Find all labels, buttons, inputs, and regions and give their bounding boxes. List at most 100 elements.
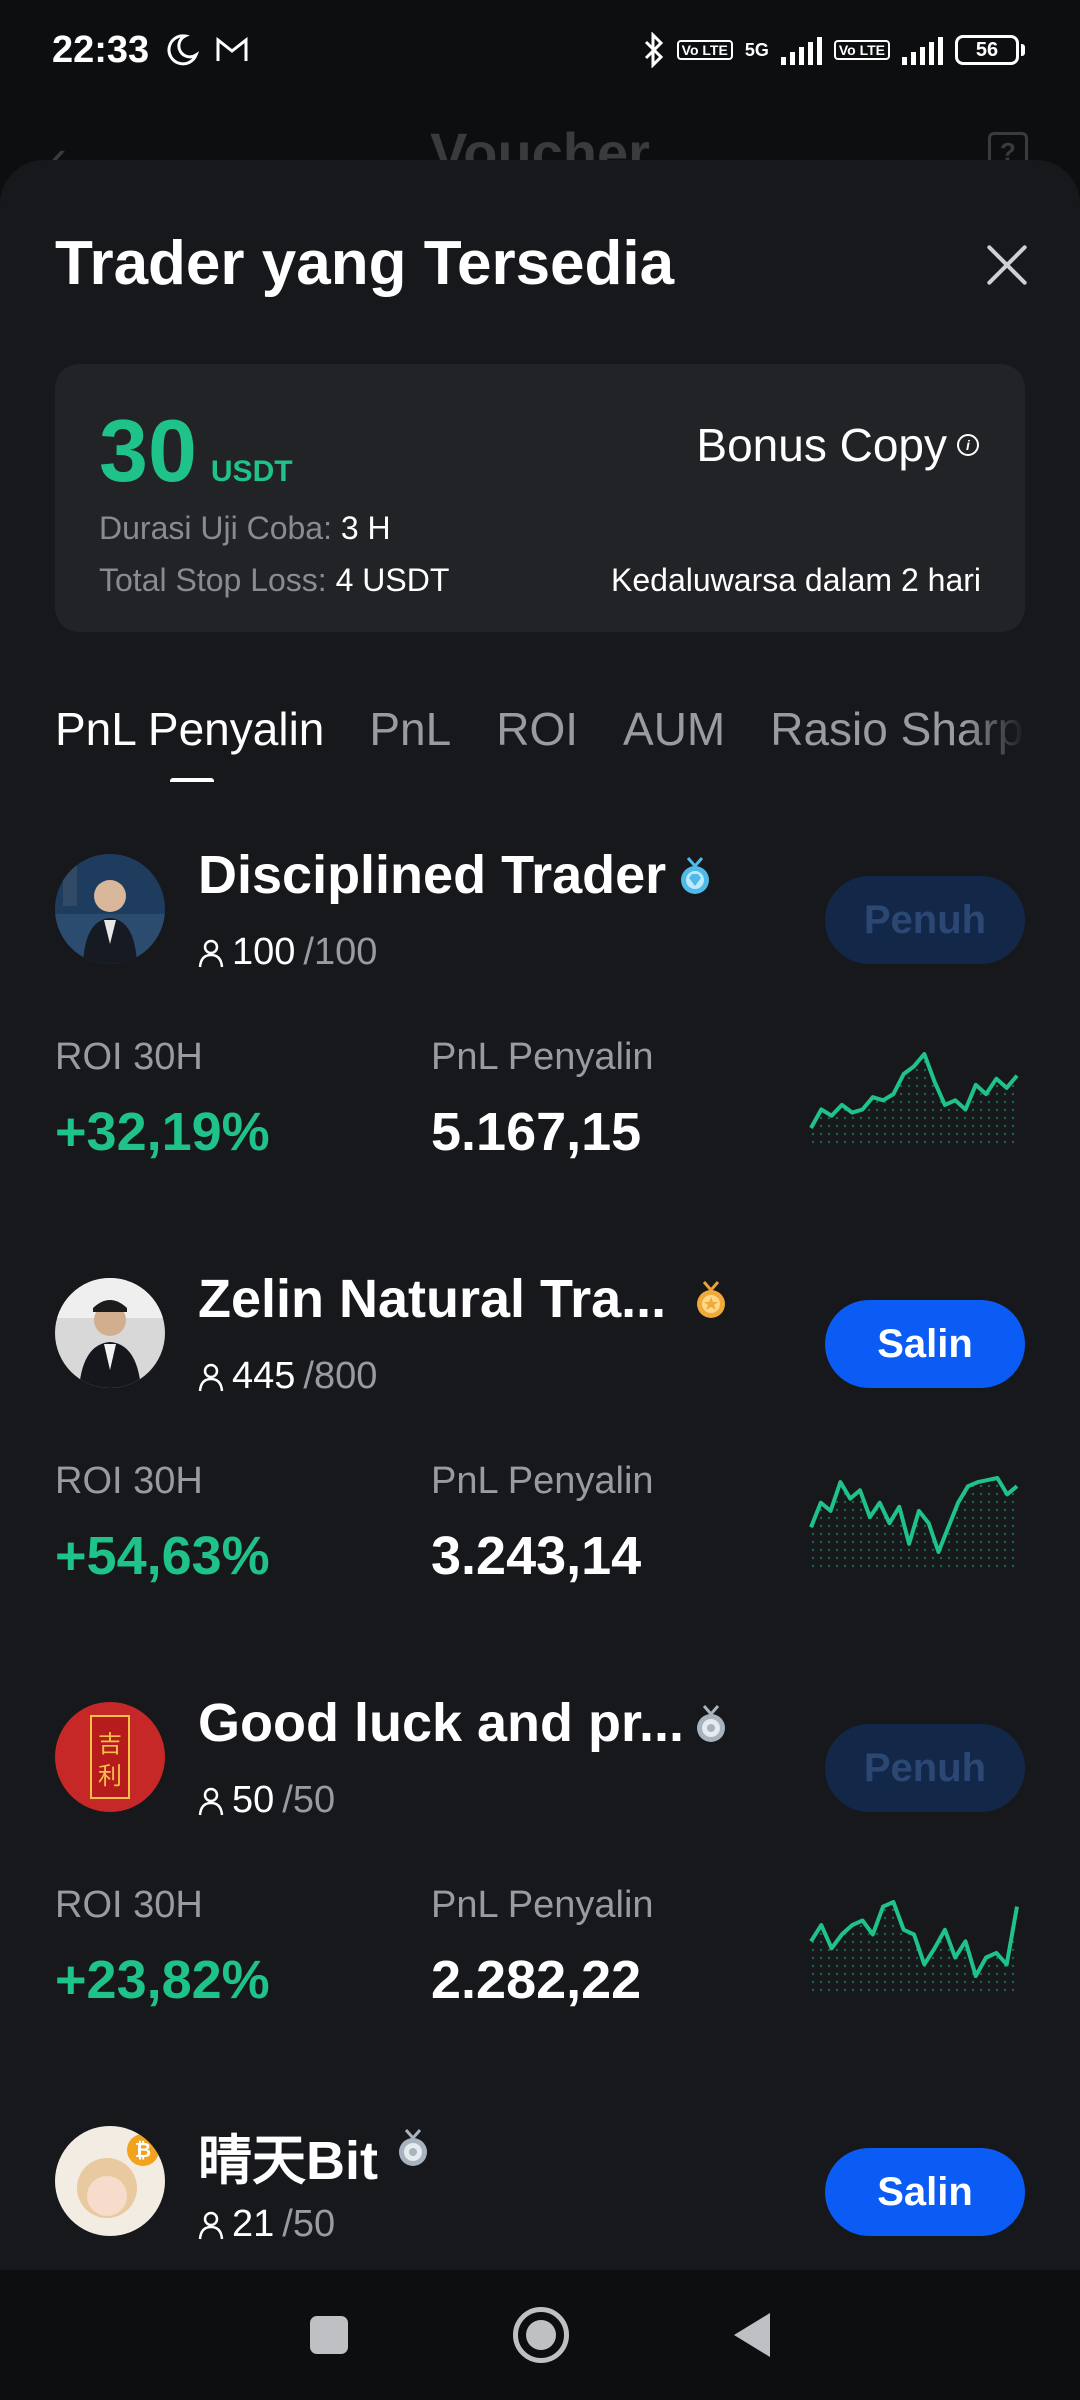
followers-max: /100 [303, 931, 378, 973]
trader-name: Disciplined Trader [198, 845, 667, 905]
pnl-label: PnL Penyalin [431, 1036, 654, 1078]
trader-name: Good luck and pr... [198, 1693, 685, 1753]
roi-label: ROI 30H [55, 1884, 203, 1926]
battery-nub [1021, 44, 1025, 56]
follower-count: 445/800 [198, 1355, 377, 1398]
home-icon[interactable] [513, 2307, 569, 2363]
copy-button[interactable]: Salin [825, 2148, 1025, 2236]
full-button[interactable]: Penuh [825, 1724, 1025, 1812]
followers-current: 100 [232, 931, 296, 973]
network-type: 5G [744, 39, 769, 60]
avatar-image [55, 1278, 165, 1388]
signal-icon-2 [902, 35, 943, 65]
trader-card[interactable]: ₿ 晴天Bit 21/50 Salin [55, 2108, 1025, 2270]
volte-icon: Vo LTE [676, 40, 733, 60]
tabs-fade [965, 690, 1025, 770]
diamond-medal-icon [681, 857, 709, 894]
roi-label: ROI 30H [55, 1036, 203, 1078]
trial-duration: Durasi Uji Coba: 3 H [99, 510, 391, 547]
battery-icon: 56 [955, 35, 1025, 65]
followers-current: 21 [232, 2203, 275, 2245]
stop-loss: Total Stop Loss: 4 USDT [99, 562, 449, 599]
follower-count: 50/50 [198, 1779, 335, 1822]
roi-label: ROI 30H [55, 1460, 203, 1502]
bluetooth-icon [644, 32, 663, 68]
avatar-image: ₿ [55, 2126, 165, 2236]
trader-card[interactable]: Zelin Natural Tra... 445/800 Salin ROI 3… [55, 1260, 1025, 1660]
tab-roi[interactable]: ROI [496, 702, 578, 782]
stop-loss-label: Total Stop Loss: [99, 562, 327, 598]
tab-aum[interactable]: AUM [623, 702, 725, 782]
roi-value: +54,63% [55, 1526, 270, 1586]
avatar-image: 吉 利 [55, 1702, 165, 1812]
svg-text:吉: 吉 [98, 1730, 122, 1758]
avatar: ₿ [55, 2126, 165, 2236]
volte-icon-2: Vo LTE [833, 40, 890, 60]
person-icon [198, 939, 224, 967]
trial-duration-value: 3 H [340, 510, 391, 546]
pnl-label: PnL Penyalin [431, 1884, 654, 1926]
pnl-value: 5.167,15 [431, 1102, 642, 1162]
bonus-amount-value: 30 [99, 401, 197, 500]
full-button[interactable]: Penuh [825, 876, 1025, 964]
followers-current: 50 [232, 1779, 275, 1821]
followers-max: /50 [282, 1779, 336, 1821]
avatar [55, 854, 165, 964]
bonus-copy-label[interactable]: Bonus Copy i [696, 418, 979, 472]
silver-medal-icon [697, 1705, 725, 1742]
bonus-amount: 30 USDT [99, 400, 293, 502]
trader-sheet: Trader yang Tersedia 30 USDT Bonus Copy … [0, 160, 1080, 2270]
copy-button[interactable]: Salin [825, 1300, 1025, 1388]
roi-sparkline [809, 1052, 1019, 1146]
follower-count: 100/100 [198, 931, 377, 974]
trader-name: 晴天Bit [198, 2131, 378, 2191]
pnl-label: PnL Penyalin [431, 1460, 654, 1502]
gold-medal-icon [697, 1281, 725, 1318]
trial-duration-label: Durasi Uji Coba: [99, 510, 332, 546]
followers-current: 445 [232, 1355, 296, 1397]
svg-text:利: 利 [98, 1762, 122, 1790]
tab-pnl-penyalin[interactable]: PnL Penyalin [55, 702, 324, 782]
bonus-currency: USDT [210, 455, 293, 488]
battery-level: 56 [955, 35, 1019, 65]
recent-apps-icon[interactable] [310, 2316, 348, 2354]
bonus-expiry: Kedaluwarsa dalam 2 hari [611, 562, 981, 598]
info-icon[interactable]: i [957, 434, 979, 456]
person-icon [198, 2211, 224, 2239]
trader-name: Zelin Natural Tra... [198, 1269, 667, 1329]
avatar: 吉 利 [55, 1702, 165, 1812]
sort-tabs: PnL Penyalin PnL ROI AUM Rasio Sharpe [55, 702, 1025, 782]
person-icon [198, 1363, 224, 1391]
roi-sparkline [809, 1476, 1019, 1570]
bonus-copy-text: Bonus Copy [696, 419, 947, 471]
signal-icon [780, 35, 822, 65]
silver-medal-icon [399, 2129, 427, 2166]
trader-card[interactable]: 吉 利 Good luck and pr... 50/50 Penuh ROI … [55, 1684, 1025, 2084]
app-root: 22:33 Vo LTE 5G Vo LTE 56 ‹ Voucher ? Tr… [0, 0, 1080, 2400]
follower-count: 21/50 [198, 2203, 335, 2246]
sparkline-area [811, 1902, 1017, 1994]
trader-card[interactable]: Disciplined Trader 100/100 Penuh ROI 30H… [55, 836, 1025, 1236]
status-left: 22:33 [52, 29, 249, 72]
status-time: 22:33 [52, 28, 150, 71]
followers-max: /50 [282, 2203, 336, 2245]
system-nav-bar [0, 2270, 1080, 2400]
followers-max: /800 [303, 1355, 378, 1397]
avatar-image [55, 854, 165, 964]
status-right: Vo LTE 5G Vo LTE 56 [643, 32, 1025, 68]
close-icon[interactable] [972, 230, 1042, 300]
home-dot [526, 2320, 556, 2350]
roi-value: +23,82% [55, 1950, 270, 2010]
pnl-value: 3.243,14 [431, 1526, 642, 1586]
bonus-card: 30 USDT Bonus Copy i Durasi Uji Coba: 3 … [55, 364, 1025, 632]
pnl-value: 2.282,22 [431, 1950, 642, 2010]
person-icon [198, 1787, 224, 1815]
roi-sparkline [809, 1900, 1019, 1994]
tab-pnl[interactable]: PnL [369, 702, 451, 782]
sheet-title: Trader yang Tersedia [55, 229, 675, 298]
roi-value: +32,19% [55, 1102, 270, 1162]
gmail-icon [216, 37, 248, 61]
svg-text:₿: ₿ [135, 2138, 151, 2162]
back-nav-icon[interactable] [734, 2313, 770, 2357]
stop-loss-value: 4 USDT [335, 562, 450, 598]
